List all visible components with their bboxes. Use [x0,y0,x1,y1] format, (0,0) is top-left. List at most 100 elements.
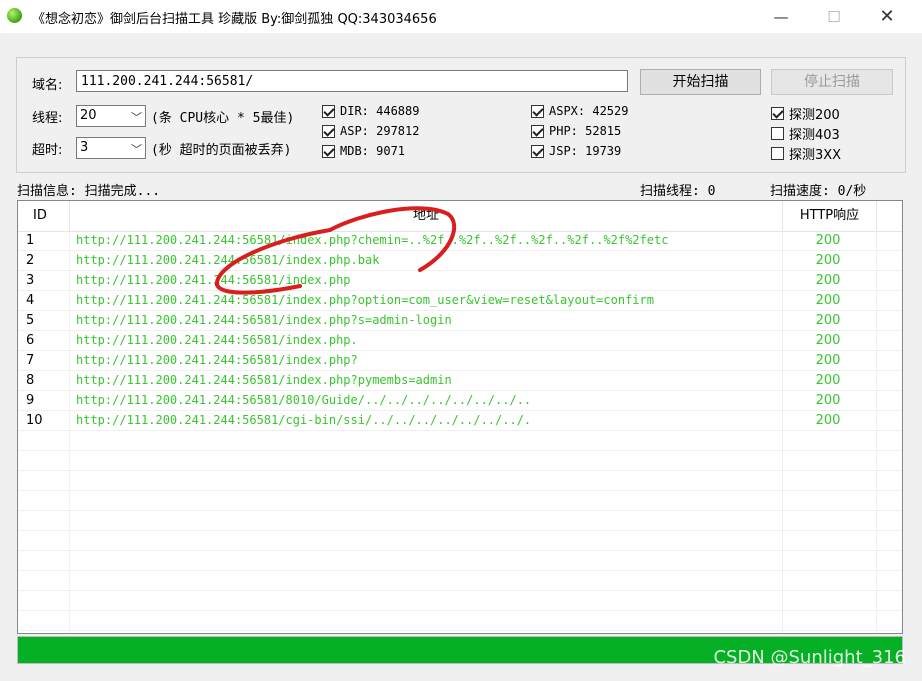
scan-threads: 扫描线程: 0 [640,184,716,199]
header-http-code[interactable]: HTTP响应 [783,201,877,231]
watermark: CSDN @Sunlight_316 [713,647,906,668]
window-title: 《想念初恋》御剑后台扫描工具 珍藏版 By:御剑孤独 QQ:343034656 [32,12,437,27]
table-row[interactable]: 5 http://111.200.241.244:56581/index.php?… [18,311,902,331]
timeout-select[interactable]: 3 ﹀ [76,137,146,159]
title-bar: 《想念初恋》御剑后台扫描工具 珍藏版 By:御剑孤独 QQ:343034656 … [0,0,922,33]
chevron-down-icon: ﹀ [131,111,142,124]
empty-row [18,591,902,611]
empty-row [18,571,902,591]
table-body: 1 http://111.200.241.244:56581/index.php?… [18,231,902,631]
table-row[interactable]: 3 http://111.200.241.244:56581/index.php 2… [18,271,902,291]
checkbox-unchecked-icon [771,147,784,160]
checkbox-checked-icon [322,104,335,118]
row-url: http://111.200.241.244:56581/index.php [76,273,351,287]
row-http-code: 200 [815,413,841,428]
timeout-hint: (秒 超时的页面被丢弃) [151,143,292,158]
table-row[interactable]: 8 http://111.200.241.244:56581/index.php?… [18,371,902,391]
row-http-code: 200 [815,233,841,248]
empty-row [18,451,902,471]
row-url: http://111.200.241.244:56581/index.php? [76,353,358,367]
row-id: 2 [26,253,35,268]
checkbox-checked-icon [771,107,784,120]
table-row[interactable]: 6 http://111.200.241.244:56581/index.php.… [18,331,902,351]
checkbox-checked-icon [531,104,544,118]
row-url: http://111.200.241.244:56581/index.php.b… [76,253,380,267]
row-http-code: 200 [815,293,841,308]
dict-aspx-checkbox[interactable]: ASPX: 42529 [531,104,628,118]
row-id: 5 [26,313,35,328]
scan-speed: 扫描速度: 0/秒 [770,184,867,199]
dict-dir-checkbox[interactable]: DIR: 446889 [322,104,419,118]
header-url[interactable]: 地址 [70,201,783,231]
close-button[interactable]: ✕ [864,0,910,33]
start-scan-button[interactable]: 开始扫描 [640,69,761,95]
close-icon: ✕ [879,6,895,27]
row-id: 10 [26,413,43,428]
threads-label: 线程: [32,111,63,126]
row-http-code: 200 [815,393,841,408]
row-http-code: 200 [815,373,841,388]
maximize-icon: ☐ [827,7,841,26]
empty-row [18,431,902,451]
row-url: http://111.200.241.244:56581/8010/Guide/… [76,393,532,407]
row-id: 3 [26,273,35,288]
row-url: http://111.200.241.244:56581/index.php?c… [76,233,669,247]
empty-row [18,531,902,551]
row-http-code: 200 [815,353,841,368]
probe-403-checkbox[interactable]: 探测403 [771,124,840,143]
row-http-code: 200 [815,273,841,288]
dict-php-checkbox[interactable]: PHP: 52815 [531,124,621,138]
row-id: 7 [26,353,35,368]
table-row[interactable]: 10 http://111.200.241.244:56581/cgi-bin/s… [18,411,902,431]
maximize-button[interactable]: ☐ [811,0,857,33]
row-http-code: 200 [815,333,841,348]
row-id: 8 [26,373,35,388]
table-row[interactable]: 1 http://111.200.241.244:56581/index.php?… [18,231,902,251]
empty-row [18,511,902,531]
table-header: ID 地址 HTTP响应 [18,201,902,232]
dict-asp-checkbox[interactable]: ASP: 297812 [322,124,419,138]
timeout-label: 超时: [32,143,63,158]
row-url: http://111.200.241.244:56581/index.php. [76,333,358,347]
row-http-code: 200 [815,313,841,328]
checkbox-checked-icon [531,144,544,158]
results-table[interactable]: ID 地址 HTTP响应 1 http://111.200.241.244:565… [17,200,903,634]
timeout-value: 3 [80,140,89,155]
minimize-button[interactable]: — [758,0,804,33]
row-url: http://111.200.241.244:56581/index.php?o… [76,293,654,307]
table-row[interactable]: 4 http://111.200.241.244:56581/index.php?… [18,291,902,311]
checkbox-unchecked-icon [771,127,784,140]
dict-jsp-checkbox[interactable]: JSP: 19739 [531,144,621,158]
empty-row [18,471,902,491]
checkbox-checked-icon [322,144,335,158]
row-id: 4 [26,293,35,308]
checkbox-checked-icon [531,124,544,138]
header-id[interactable]: ID [18,201,70,231]
probe-200-checkbox[interactable]: 探测200 [771,104,840,123]
row-url: http://111.200.241.244:56581/index.php?p… [76,373,452,387]
empty-row [18,551,902,571]
table-row[interactable]: 9 http://111.200.241.244:56581/8010/Guide… [18,391,902,411]
threads-value: 20 [80,108,97,123]
probe-3xx-checkbox[interactable]: 探测3XX [771,144,841,163]
app-icon [7,8,22,23]
threads-hint: (条 CPU核心 * 5最佳) [151,111,295,126]
empty-row [18,611,902,631]
row-id: 1 [26,233,35,248]
stop-scan-button[interactable]: 停止扫描 [771,69,893,95]
domain-label: 域名: [32,78,63,93]
row-id: 6 [26,333,35,348]
table-row[interactable]: 7 http://111.200.241.244:56581/index.php?… [18,351,902,371]
dict-mdb-checkbox[interactable]: MDB: 9071 [322,144,405,158]
row-http-code: 200 [815,253,841,268]
row-id: 9 [26,393,35,408]
row-url: http://111.200.241.244:56581/cgi-bin/ssi… [76,413,532,427]
domain-input[interactable]: 111.200.241.244:56581/ [76,70,628,92]
minimize-icon: — [773,7,789,26]
empty-row [18,491,902,511]
table-row[interactable]: 2 http://111.200.241.244:56581/index.php.… [18,251,902,271]
threads-select[interactable]: 20 ﹀ [76,105,146,127]
scan-info: 扫描信息: 扫描完成... [17,184,161,199]
chevron-down-icon: ﹀ [131,143,142,156]
checkbox-checked-icon [322,124,335,138]
